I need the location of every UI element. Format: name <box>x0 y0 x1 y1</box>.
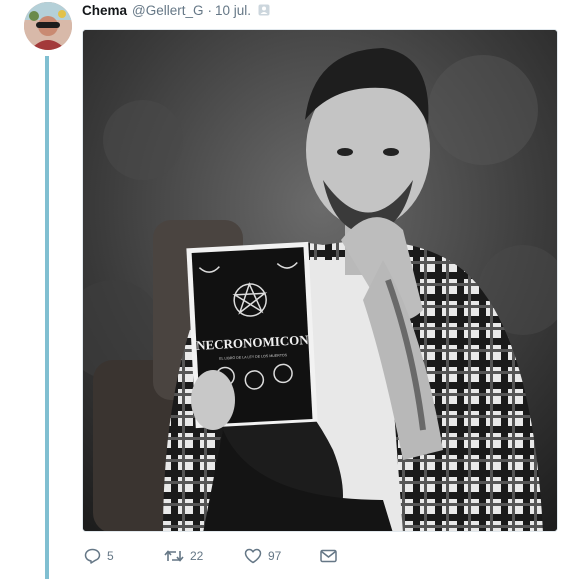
reply-icon <box>84 548 101 564</box>
tweet-actions: 5 22 97 <box>84 546 350 566</box>
tweet-header: Chema @Gellert_G · 10 jul. <box>82 1 270 19</box>
author-handle[interactable]: @Gellert_G <box>132 3 203 18</box>
like-button[interactable]: 97 <box>244 548 320 564</box>
retweet-count: 22 <box>190 549 204 563</box>
thread-connector-line <box>45 56 49 579</box>
author-name[interactable]: Chema <box>82 3 127 18</box>
separator-dot: · <box>207 2 213 18</box>
retweet-button[interactable]: 22 <box>164 548 244 564</box>
tweet-photo[interactable]: NECRONOMICON EL LIBRO DE LA LEY DE LOS M… <box>82 29 558 532</box>
follow-badge-icon <box>258 4 270 16</box>
reply-button[interactable]: 5 <box>84 548 164 564</box>
retweet-icon <box>164 548 184 564</box>
heart-icon <box>244 548 262 564</box>
reply-count: 5 <box>107 549 114 563</box>
tweet-date[interactable]: 10 jul. <box>215 3 251 18</box>
envelope-icon <box>320 549 337 563</box>
avatar[interactable] <box>24 2 72 50</box>
direct-message-button[interactable] <box>320 549 350 563</box>
like-count: 97 <box>268 549 282 563</box>
